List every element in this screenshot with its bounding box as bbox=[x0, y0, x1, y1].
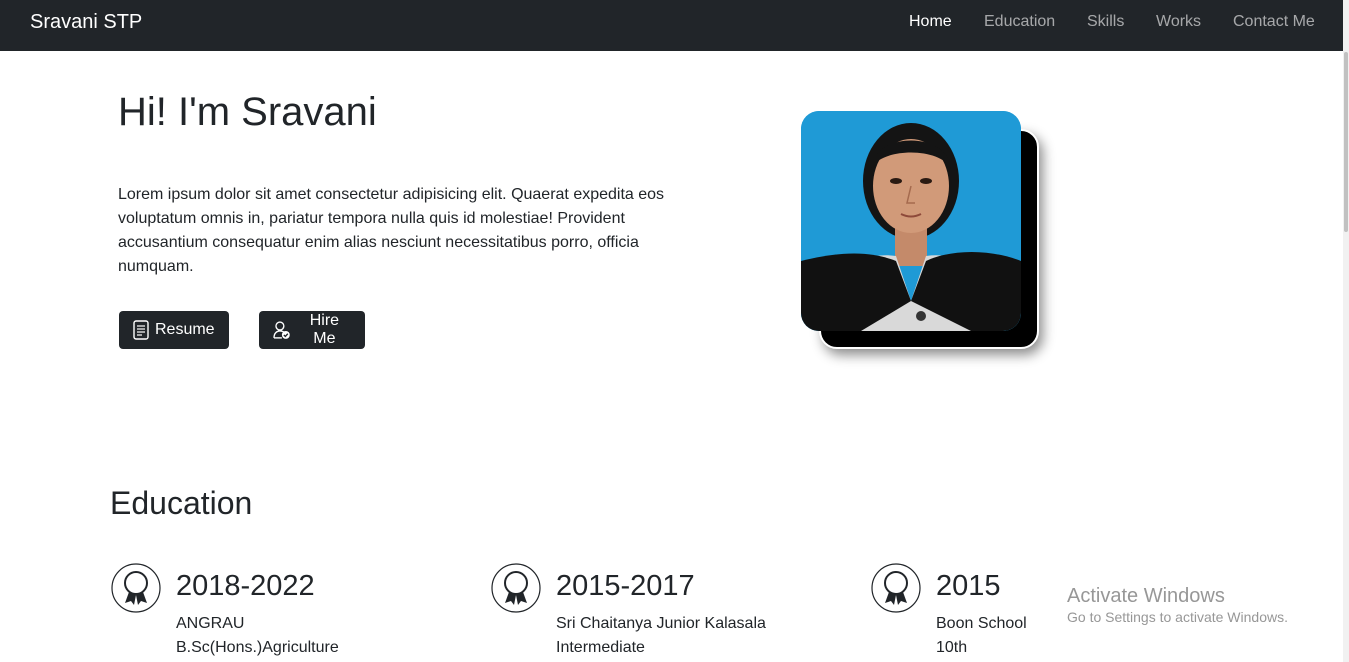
award-icon bbox=[871, 563, 921, 613]
nav-link-works[interactable]: Works bbox=[1156, 13, 1201, 31]
profile-photo bbox=[801, 111, 1021, 331]
nav-link-education[interactable]: Education bbox=[984, 13, 1055, 31]
education-institution: Sri Chaitanya Junior Kalasala bbox=[556, 615, 766, 632]
education-heading: Education bbox=[110, 485, 253, 521]
hire-me-button-label: Hire Me bbox=[309, 312, 340, 347]
education-degree: Intermediate bbox=[556, 639, 645, 656]
education-year: 2015 bbox=[936, 570, 1001, 602]
vertical-scrollbar[interactable] bbox=[1343, 0, 1349, 662]
person-check-icon bbox=[273, 321, 290, 339]
activate-windows-subtitle: Go to Settings to activate Windows. bbox=[1067, 609, 1288, 625]
education-institution: ANGRAU bbox=[176, 615, 245, 632]
award-icon bbox=[491, 563, 541, 613]
nav-link-home[interactable]: Home bbox=[909, 13, 952, 31]
scrollbar-thumb[interactable] bbox=[1344, 52, 1348, 232]
award-icon bbox=[111, 563, 161, 613]
document-icon bbox=[133, 320, 149, 340]
activate-windows-title: Activate Windows bbox=[1067, 585, 1225, 607]
resume-button-label: Resume bbox=[155, 321, 215, 338]
resume-button[interactable]: Resume bbox=[119, 311, 229, 349]
hero-description: Lorem ipsum dolor sit amet consectetur a… bbox=[118, 186, 665, 275]
education-institution: Boon School bbox=[936, 615, 1027, 632]
nav-link-contact[interactable]: Contact Me bbox=[1233, 13, 1315, 31]
education-year: 2015-2017 bbox=[556, 570, 695, 602]
brand-logo[interactable]: Sravani STP bbox=[30, 11, 142, 34]
hire-me-button[interactable]: Hire Me bbox=[259, 311, 365, 349]
profile-portrait-image bbox=[801, 111, 1021, 331]
education-degree: 10th bbox=[936, 639, 968, 656]
education-year: 2018-2022 bbox=[176, 570, 315, 602]
education-degree: B.Sc(Hons.)Agriculture bbox=[176, 639, 339, 656]
nav-link-skills[interactable]: Skills bbox=[1087, 13, 1124, 31]
navbar: Sravani STP Home Education Skills Works … bbox=[0, 0, 1343, 51]
hero-title: Hi! I'm Sravani bbox=[118, 90, 377, 134]
